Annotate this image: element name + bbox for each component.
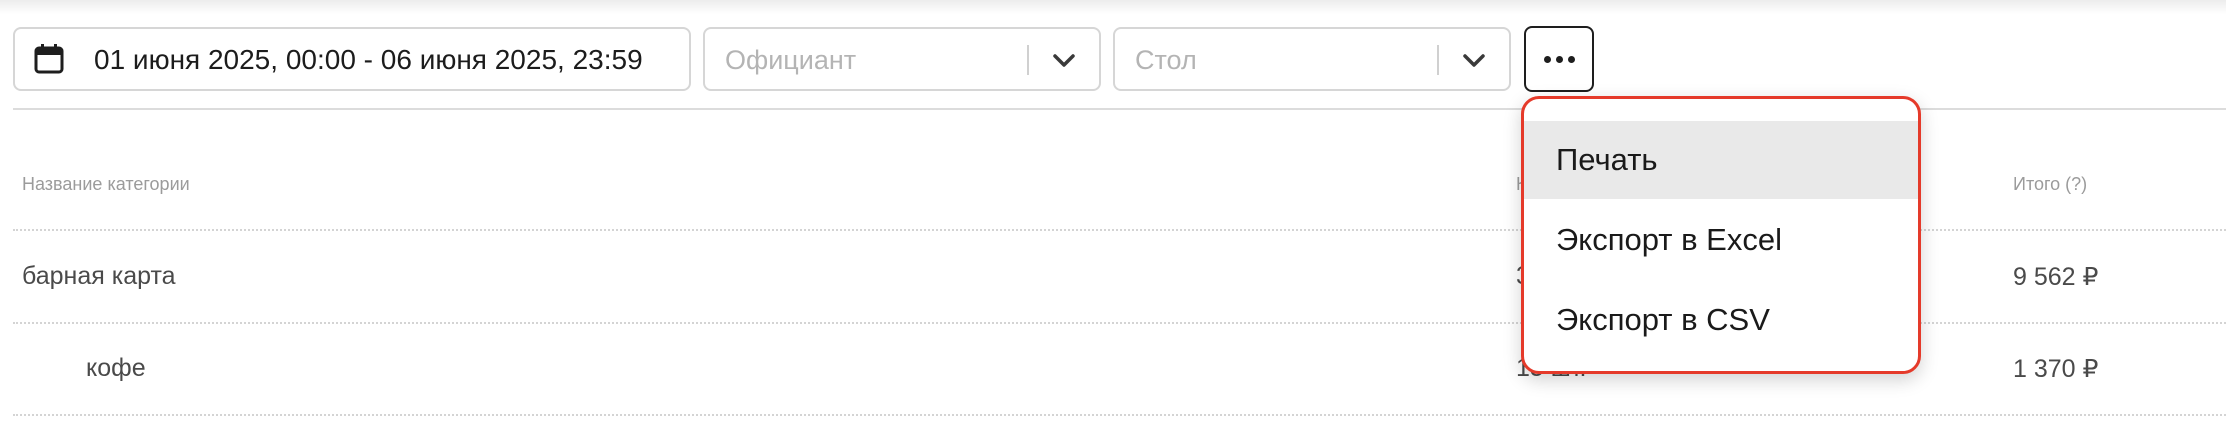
row-divider: [13, 414, 2226, 416]
more-actions-button[interactable]: [1524, 26, 1594, 92]
column-header-total[interactable]: Итого (?): [2013, 174, 2087, 195]
row-category-name[interactable]: барная карта: [22, 262, 176, 291]
actions-dropdown-menu: Печать Экспорт в Excel Экспорт в CSV: [1521, 96, 1921, 374]
waiter-select[interactable]: Официант: [703, 27, 1101, 91]
ellipsis-icon: [1567, 55, 1575, 63]
date-range-filter[interactable]: 01 июня 2025, 00:00 - 06 июня 2025, 23:5…: [13, 27, 691, 91]
menu-item-export-csv[interactable]: Экспорт в CSV: [1524, 281, 1918, 359]
ellipsis-icon: [1555, 55, 1563, 63]
table-placeholder: Стол: [1135, 45, 1197, 75]
chevron-down-icon[interactable]: [1460, 48, 1488, 72]
table-select[interactable]: Стол: [1113, 27, 1511, 91]
ellipsis-icon: [1543, 55, 1551, 63]
menu-item-print[interactable]: Печать: [1524, 121, 1918, 199]
menu-item-export-excel[interactable]: Экспорт в Excel: [1524, 201, 1918, 279]
select-divider: [1437, 45, 1439, 75]
waiter-placeholder: Официант: [725, 45, 857, 75]
row-category-name[interactable]: кофе: [86, 354, 146, 383]
date-range-value: 01 июня 2025, 00:00 - 06 июня 2025, 23:5…: [94, 44, 643, 75]
select-divider: [1027, 45, 1029, 75]
row-total: 9 562 ₽: [2013, 263, 2099, 291]
row-total: 1 370 ₽: [2013, 355, 2099, 383]
chevron-down-icon[interactable]: [1050, 48, 1078, 72]
column-header-category[interactable]: Название категории: [22, 174, 190, 195]
top-bar-shadow: [0, 0, 2226, 14]
calendar-icon: [34, 44, 64, 74]
